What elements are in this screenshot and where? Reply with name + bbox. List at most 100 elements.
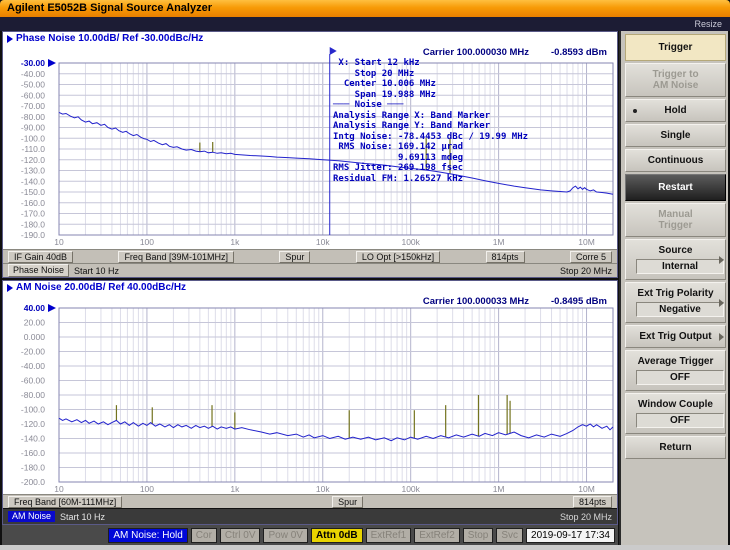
status-chip-corre-5: Corre 5	[569, 250, 612, 263]
softkey-value-source: Internal	[636, 259, 724, 274]
softkey-label: Trigger to AM Noise	[652, 69, 699, 91]
am-noise-start: Start 10 Hz	[60, 511, 106, 522]
softkey-label: Continuous	[647, 155, 704, 166]
svg-text:100: 100	[140, 484, 154, 494]
svg-text:-100.0: -100.0	[21, 133, 45, 143]
carrier-frequency: Carrier 100.000033 MHz	[422, 296, 530, 307]
softkey-label: Return	[659, 442, 692, 453]
phase-noise-carrier-row: Carrier 100.000030 MHz -0.8593 dBm	[423, 47, 607, 58]
resize-button[interactable]: Resize	[694, 19, 722, 29]
phase-noise-footer: Phase Noise Start 10 Hz Stop 20 MHz	[3, 263, 617, 277]
softkey-single[interactable]: Single	[625, 124, 726, 147]
status-chip-spur: Spur	[279, 250, 311, 263]
carrier-power: -0.8593 dBm	[551, 47, 607, 58]
am-noise-window-chip[interactable]: AM Noise	[8, 511, 56, 522]
svg-text:100k: 100k	[401, 484, 420, 494]
status-chip-lo-opt-150khz: LO Opt [>150kHz]	[355, 250, 441, 263]
svg-text:-100.0: -100.0	[21, 405, 45, 415]
softkey-label: Window Couple	[638, 399, 713, 410]
softkey-label: Ext Trig Polarity	[637, 288, 714, 299]
softkey-value-average-trigger: OFF	[636, 370, 724, 385]
svg-text:-40.00: -40.00	[21, 361, 45, 371]
carrier-frequency: Carrier 100.000030 MHz	[422, 47, 530, 58]
am-noise-header: AM Noise 20.00dB/ Ref 40.00dBc/Hz	[3, 281, 617, 294]
svg-text:100k: 100k	[401, 237, 420, 247]
svg-text:10: 10	[54, 484, 64, 494]
softkey-average-trigger[interactable]: Average Trigger OFF	[625, 350, 726, 391]
am-noise-status-row: Freq Band [60M-111MHz] Spur 814pts	[3, 494, 617, 508]
svg-text:-140.0: -140.0	[21, 434, 45, 444]
softkey-label: Source	[658, 245, 693, 256]
svg-text:-170.0: -170.0	[21, 209, 45, 219]
am-noise-carrier-row: Carrier 100.000033 MHz -0.8495 dBm	[423, 296, 607, 307]
statusbar-chip-attn-0db: Attn 0dB	[310, 527, 363, 543]
carrier-power: -0.8495 dBm	[551, 296, 607, 307]
app-window: Agilent E5052B Signal Source Analyzer Re…	[0, 0, 730, 550]
svg-text:10: 10	[54, 237, 64, 247]
svg-text:-140.0: -140.0	[21, 176, 45, 186]
softkey-ext-trig-polarity[interactable]: Ext Trig Polarity Negative	[625, 282, 726, 323]
am-noise-footer: AM Noise Start 10 Hz Stop 20 MHz	[3, 508, 617, 524]
status-chip-814pts: 814pts	[572, 495, 612, 508]
svg-text:-190.0: -190.0	[21, 230, 45, 240]
window-title: Agilent E5052B Signal Source Analyzer	[7, 2, 212, 14]
submenu-arrow-icon	[719, 255, 724, 264]
am-noise-stop: Stop 20 MHz	[559, 511, 612, 522]
svg-text:-160.0: -160.0	[21, 448, 45, 458]
softkey-window-couple[interactable]: Window Couple OFF	[625, 393, 726, 434]
svg-text:-30.00: -30.00	[21, 58, 45, 68]
svg-text:-20.00: -20.00	[21, 347, 45, 357]
selected-dot-icon	[633, 108, 637, 113]
softkey-source[interactable]: Source Internal	[625, 239, 726, 280]
softkey-continuous[interactable]: Continuous	[625, 149, 726, 172]
svg-text:40.00: 40.00	[24, 303, 46, 313]
phase-noise-stop: Stop 20 MHz	[559, 265, 612, 276]
svg-text:-80.00: -80.00	[21, 112, 45, 122]
svg-text:10k: 10k	[316, 237, 330, 247]
status-chip-spur: Spur	[332, 495, 364, 508]
softkey-menu: Trigger Trigger to AM Noise Hold Single Cont…	[619, 31, 728, 545]
svg-text:-60.00: -60.00	[21, 90, 45, 100]
analysis-info-block: X: Start 12 kHz Stop 20 MHz Center 10.00…	[333, 58, 529, 184]
am-noise-title: AM Noise 20.00dB/ Ref 40.00dBc/Hz	[16, 282, 187, 293]
svg-text:100: 100	[140, 237, 154, 247]
am-noise-plot[interactable]: 40.00 20.00 0.000 -20.00 -40.00 -60.00 -80.00 -…	[3, 294, 619, 494]
svg-text:-200.0: -200.0	[21, 477, 45, 487]
svg-text:-120.0: -120.0	[21, 155, 45, 165]
am-noise-panel: AM Noise 20.00dB/ Ref 40.00dBc/Hz Carrie…	[2, 280, 618, 525]
statusbar-chip-stop: Stop	[462, 527, 494, 543]
svg-text:10M: 10M	[578, 237, 595, 247]
phase-noise-panel: Phase Noise 10.00dB/ Ref -30.00dBc/Hz Ca…	[2, 31, 618, 278]
submenu-arrow-icon	[719, 298, 724, 307]
phase-noise-status-row: IF Gain 40dB Freq Band [39M-101MHz] Spur LO…	[3, 249, 617, 263]
svg-text:1k: 1k	[230, 237, 240, 247]
softkey-label: Hold	[664, 105, 687, 116]
phase-noise-title: Phase Noise 10.00dB/ Ref -30.00dBc/Hz	[16, 33, 204, 44]
softkey-ext-trig-output[interactable]: Ext Trig Output	[625, 325, 726, 348]
softkey-trigger[interactable]: Trigger	[625, 34, 726, 61]
phase-noise-start: Start 10 Hz	[74, 265, 120, 276]
softkey-hold[interactable]: Hold	[625, 99, 726, 122]
svg-text:1M: 1M	[493, 484, 505, 494]
statusbar-chip-ctrl-0v: Ctrl 0V	[219, 527, 261, 543]
svg-text:-150.0: -150.0	[21, 187, 45, 197]
svg-text:1M: 1M	[493, 237, 505, 247]
softkey-restart[interactable]: Restart	[625, 174, 726, 201]
svg-text:-110.0: -110.0	[22, 144, 46, 154]
title-bar: Agilent E5052B Signal Source Analyzer	[0, 0, 730, 17]
softkey-label: Manual Trigger	[658, 209, 693, 231]
phase-noise-header: Phase Noise 10.00dB/ Ref -30.00dBc/Hz	[3, 32, 617, 45]
phase-noise-window-chip[interactable]: Phase Noise	[8, 264, 70, 277]
softkey-return[interactable]: Return	[625, 436, 726, 459]
svg-text:-180.0: -180.0	[21, 463, 45, 473]
softkey-label: Trigger	[658, 42, 693, 53]
softkey-label: Average Trigger	[637, 356, 714, 367]
status-chip-814pts: 814pts	[485, 250, 525, 263]
svg-text:-40.00: -40.00	[21, 69, 45, 79]
submenu-arrow-icon	[719, 332, 724, 341]
statusbar-chip-svc: Svc	[496, 527, 524, 543]
svg-text:-60.00: -60.00	[21, 376, 45, 386]
svg-text:-80.00: -80.00	[21, 390, 45, 400]
instrument-status-bar: AM Noise: Hold Cor Ctrl 0V Pow 0V Attn 0dB Ex…	[2, 525, 618, 545]
svg-text:1k: 1k	[230, 484, 240, 494]
